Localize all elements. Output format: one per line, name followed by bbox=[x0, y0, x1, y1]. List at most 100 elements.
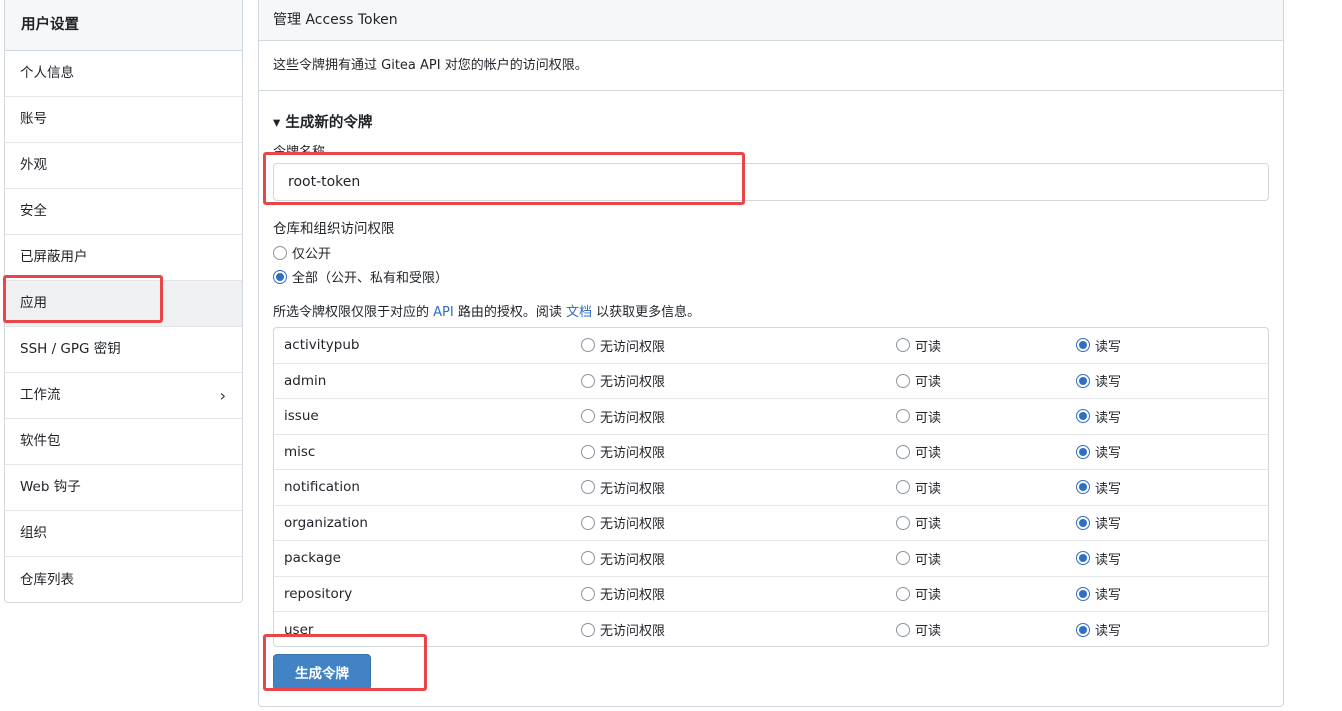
permission-radio[interactable] bbox=[581, 586, 595, 601]
sidebar-item-label: 软件包 bbox=[20, 433, 61, 449]
permission-note-prefix: 所选令牌权限仅限于对应的 bbox=[273, 305, 434, 320]
radio-public-only[interactable] bbox=[273, 245, 287, 260]
sidebar-item[interactable]: 已屏蔽用户 bbox=[5, 235, 242, 281]
permission-option[interactable]: 可读 bbox=[896, 620, 941, 639]
permission-radio[interactable] bbox=[581, 515, 595, 530]
permission-option-label: 读写 bbox=[1095, 481, 1122, 497]
permission-option[interactable]: 读写 bbox=[1076, 620, 1121, 639]
sidebar-item[interactable]: SSH / GPG 密钥 bbox=[5, 327, 242, 373]
permission-radio[interactable] bbox=[896, 444, 910, 459]
permission-radio[interactable] bbox=[581, 444, 595, 459]
sidebar-item-label: Web 钩子 bbox=[20, 479, 81, 495]
permission-radio[interactable] bbox=[581, 551, 595, 566]
permission-option-label: 可读 bbox=[915, 624, 942, 640]
permission-radio[interactable] bbox=[896, 338, 910, 353]
permission-option-label: 可读 bbox=[915, 481, 942, 497]
permission-option[interactable]: 读写 bbox=[1076, 549, 1121, 568]
permission-radio[interactable] bbox=[1076, 515, 1090, 530]
docs-link[interactable]: 文档 bbox=[566, 305, 592, 320]
permission-radio[interactable] bbox=[896, 409, 910, 424]
token-name-label: 令牌名称 bbox=[273, 145, 326, 153]
permission-option[interactable]: 无访问权限 bbox=[581, 478, 665, 497]
permission-option[interactable]: 无访问权限 bbox=[581, 442, 665, 461]
permission-radio[interactable] bbox=[581, 409, 595, 424]
permission-radio[interactable] bbox=[896, 515, 910, 530]
permission-option[interactable]: 可读 bbox=[896, 336, 941, 355]
sidebar-item[interactable]: Web 钩子 bbox=[5, 465, 242, 511]
sidebar-item-label: 组织 bbox=[20, 525, 47, 541]
sidebar-item[interactable]: 账号 bbox=[5, 97, 242, 143]
sidebar-item[interactable]: 个人信息 bbox=[5, 51, 242, 97]
api-link[interactable]: API bbox=[433, 305, 454, 320]
permission-option[interactable]: 读写 bbox=[1076, 442, 1121, 461]
permission-option[interactable]: 无访问权限 bbox=[581, 371, 665, 390]
permission-radio[interactable] bbox=[581, 338, 595, 353]
permission-row: package 无访问权限 可读 读写 bbox=[274, 541, 1268, 577]
generate-token-toggle[interactable]: ▾ 生成新的令牌 bbox=[273, 111, 372, 132]
radio-public-only-label: 仅公开 bbox=[292, 247, 332, 262]
permission-radio[interactable] bbox=[896, 622, 910, 637]
permission-radio[interactable] bbox=[896, 551, 910, 566]
permission-option[interactable]: 读写 bbox=[1076, 584, 1121, 603]
radio-all-label: 全部（公开、私有和受限） bbox=[292, 271, 449, 286]
permission-option[interactable]: 可读 bbox=[896, 549, 941, 568]
sidebar-item-label: 已屏蔽用户 bbox=[20, 249, 88, 265]
permission-option[interactable]: 读写 bbox=[1076, 513, 1121, 532]
sidebar-item[interactable]: 工作流 › bbox=[5, 373, 242, 419]
permission-option-label: 可读 bbox=[915, 552, 942, 568]
permission-radio[interactable] bbox=[896, 373, 910, 388]
sidebar-item[interactable]: 组织 bbox=[5, 511, 242, 557]
permission-option[interactable]: 可读 bbox=[896, 407, 941, 426]
permission-option[interactable]: 可读 bbox=[896, 371, 941, 390]
permission-radio[interactable] bbox=[1076, 409, 1090, 424]
permission-option[interactable]: 读写 bbox=[1076, 407, 1121, 426]
permission-option[interactable]: 无访问权限 bbox=[581, 584, 665, 603]
sidebar-item[interactable]: 外观 bbox=[5, 143, 242, 189]
permission-option-label: 读写 bbox=[1095, 517, 1122, 533]
token-name-input[interactable] bbox=[273, 163, 1269, 201]
permission-option-label: 无访问权限 bbox=[600, 552, 666, 568]
sidebar-item-label: 外观 bbox=[20, 157, 47, 173]
sidebar-title: 用户设置 bbox=[5, 0, 242, 51]
permission-table: activitypub 无访问权限 可读 读写 admin 无访问权限 可读 读写 issue 无… bbox=[273, 327, 1269, 647]
permission-radio[interactable] bbox=[1076, 373, 1090, 388]
permission-radio[interactable] bbox=[1076, 480, 1090, 495]
sidebar-item[interactable]: 安全 bbox=[5, 189, 242, 235]
permission-radio[interactable] bbox=[581, 622, 595, 637]
repo-access-public-only[interactable]: 仅公开 bbox=[273, 243, 331, 262]
radio-all[interactable] bbox=[273, 269, 287, 284]
repo-access-all[interactable]: 全部（公开、私有和受限） bbox=[273, 267, 448, 286]
permission-option-label: 无访问权限 bbox=[600, 517, 666, 533]
access-token-panel: 管理 Access Token 这些令牌拥有通过 Gitea API 对您的帐户… bbox=[258, 0, 1284, 707]
permission-option-label: 读写 bbox=[1095, 552, 1122, 568]
permission-radio[interactable] bbox=[1076, 338, 1090, 353]
permission-name: admin bbox=[284, 372, 327, 389]
permission-option[interactable]: 无访问权限 bbox=[581, 549, 665, 568]
permission-option[interactable]: 可读 bbox=[896, 442, 941, 461]
permission-radio[interactable] bbox=[1076, 586, 1090, 601]
permission-option[interactable]: 无访问权限 bbox=[581, 620, 665, 639]
permission-option[interactable]: 读写 bbox=[1076, 336, 1121, 355]
permission-radio[interactable] bbox=[1076, 551, 1090, 566]
permission-radio[interactable] bbox=[1076, 622, 1090, 637]
permission-option[interactable]: 可读 bbox=[896, 478, 941, 497]
sidebar-item[interactable]: 软件包 bbox=[5, 419, 242, 465]
permission-option[interactable]: 无访问权限 bbox=[581, 513, 665, 532]
permission-option[interactable]: 可读 bbox=[896, 513, 941, 532]
permission-row: organization 无访问权限 可读 读写 bbox=[274, 506, 1268, 541]
permission-radio[interactable] bbox=[896, 480, 910, 495]
permission-name: repository bbox=[284, 585, 353, 602]
generate-token-button[interactable]: 生成令牌 bbox=[273, 654, 371, 690]
permission-radio[interactable] bbox=[581, 373, 595, 388]
permission-radio[interactable] bbox=[1076, 444, 1090, 459]
permission-option[interactable]: 无访问权限 bbox=[581, 336, 665, 355]
sidebar-item[interactable]: 仓库列表 bbox=[5, 557, 242, 603]
permission-option[interactable]: 无访问权限 bbox=[581, 407, 665, 426]
permission-option[interactable]: 读写 bbox=[1076, 371, 1121, 390]
permission-option[interactable]: 可读 bbox=[896, 584, 941, 603]
permission-row: user 无访问权限 可读 读写 bbox=[274, 612, 1268, 646]
permission-radio[interactable] bbox=[896, 586, 910, 601]
permission-option[interactable]: 读写 bbox=[1076, 478, 1121, 497]
sidebar-item[interactable]: 应用 bbox=[5, 281, 242, 327]
permission-radio[interactable] bbox=[581, 480, 595, 495]
